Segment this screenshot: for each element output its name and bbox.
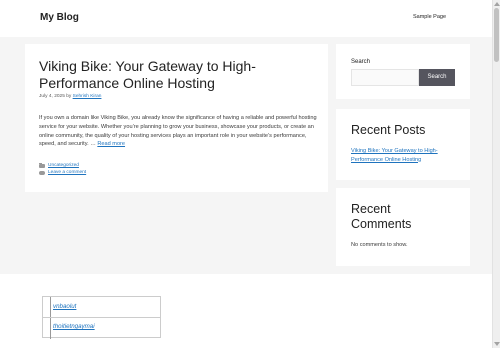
nav-item-sample-page[interactable]: Sample Page bbox=[413, 14, 446, 20]
post-excerpt: If you own a domain like Viking Bike, yo… bbox=[39, 114, 319, 149]
category-link[interactable]: Uncategorized bbox=[48, 163, 79, 168]
link-box-divider bbox=[43, 317, 160, 318]
recent-posts-title: Recent Posts bbox=[351, 123, 426, 137]
vertical-scrollbar[interactable] bbox=[492, 0, 500, 348]
link-box-border-bar bbox=[50, 297, 51, 339]
footer-link-box: vnbaolut thoitietngaymai bbox=[42, 296, 161, 339]
post-by: by bbox=[66, 94, 72, 99]
scroll-down-arrow-icon[interactable] bbox=[494, 342, 500, 346]
read-more-link[interactable]: Read more bbox=[97, 141, 125, 147]
leave-comment-link[interactable]: Leave a comment bbox=[48, 170, 86, 175]
post-excerpt-text: If you own a domain like Viking Bike, yo… bbox=[39, 115, 317, 148]
site-header: My Blog Sample Page bbox=[0, 0, 492, 37]
recent-posts-widget: Recent Posts Viking Bike: Your Gateway t… bbox=[336, 109, 470, 180]
recent-post-link[interactable]: Viking Bike: Your Gateway to High-Perfor… bbox=[351, 147, 461, 164]
post-author-link[interactable]: Sehrish Kiran bbox=[73, 94, 102, 99]
search-label: Search bbox=[351, 59, 371, 65]
post-title[interactable]: Viking Bike: Your Gateway to High-Perfor… bbox=[39, 58, 309, 92]
recent-comments-widget: Recent Comments No comments to show. bbox=[336, 188, 470, 266]
post-article: Viking Bike: Your Gateway to High-Perfor… bbox=[25, 44, 328, 192]
no-comments-text: No comments to show. bbox=[351, 242, 408, 248]
comment-icon bbox=[39, 170, 45, 175]
post-meta: July 4, 2025 by Sehrish Kiran bbox=[39, 94, 101, 99]
post-category-row: Uncategorized bbox=[39, 162, 79, 168]
footer-area: vnbaolut thoitietngaymai bbox=[0, 274, 492, 348]
scroll-up-arrow-icon[interactable] bbox=[494, 2, 500, 6]
folder-icon bbox=[39, 162, 45, 168]
footer-link[interactable]: thoitietngaymai bbox=[53, 323, 95, 330]
post-comment-row: Leave a comment bbox=[39, 170, 86, 175]
post-date: July 4, 2025 bbox=[39, 94, 65, 99]
footer-link[interactable]: vnbaolut bbox=[53, 303, 76, 310]
search-input[interactable] bbox=[351, 69, 419, 86]
site-title[interactable]: My Blog bbox=[40, 12, 79, 23]
scrollbar-thumb[interactable] bbox=[494, 8, 499, 62]
recent-comments-title: Recent Comments bbox=[351, 202, 412, 231]
search-widget: Search Search bbox=[336, 44, 470, 99]
search-button[interactable]: Search bbox=[419, 69, 455, 86]
